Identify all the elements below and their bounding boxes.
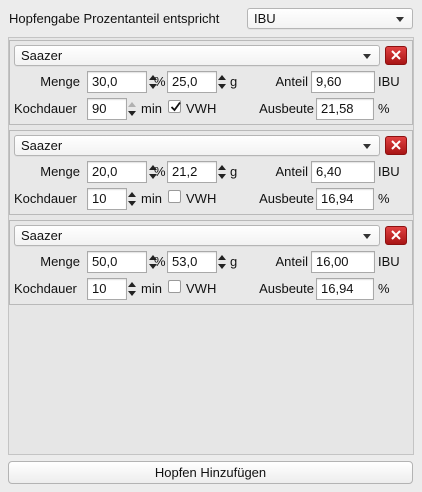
hop-panel-3: Saazer Menge 50,0 % 53,0 g Anteil 16,00 … [9, 220, 413, 305]
anteil-field[interactable]: 6,40 [311, 161, 375, 183]
ibu-unit: IBU [378, 254, 400, 269]
ausbeute-input[interactable]: 16,94 [316, 278, 374, 300]
ibu-unit: IBU [378, 74, 400, 89]
min-unit: min [141, 101, 162, 116]
ibu-mode-value: IBU [254, 11, 276, 26]
hop-variety-select[interactable]: Saazer [14, 225, 380, 246]
anteil-label: Anteil [275, 254, 308, 269]
delete-hop-button[interactable] [385, 226, 407, 245]
chevron-down-icon [363, 144, 371, 149]
percent-unit: % [154, 74, 166, 89]
kochdauer-label: Kochdauer [14, 191, 77, 206]
close-icon [391, 140, 401, 150]
hop-variety-select[interactable]: Saazer [14, 135, 380, 156]
ausbeute-unit: % [378, 281, 390, 296]
grams-input[interactable]: 21,2 [167, 161, 217, 183]
ausbeute-label: Ausbeute [259, 191, 314, 206]
kochdauer-input[interactable]: 10 [87, 188, 127, 210]
grams-stepper[interactable] [216, 161, 228, 183]
vwh-checkbox[interactable] [168, 100, 181, 113]
vwh-checkbox[interactable] [168, 190, 181, 203]
delete-hop-button[interactable] [385, 136, 407, 155]
vwh-label: VWH [186, 281, 217, 296]
grams-stepper[interactable] [216, 251, 228, 273]
hop-panel-2: Saazer Menge 20,0 % 21,2 g Anteil 6,40 I… [9, 130, 413, 215]
ausbeute-input[interactable]: 16,94 [316, 188, 374, 210]
kochdauer-input[interactable]: 90 [87, 98, 127, 120]
percent-unit: % [154, 164, 166, 179]
chevron-down-icon [363, 54, 371, 59]
vwh-label: VWH [186, 101, 217, 116]
hop-variety-value: Saazer [21, 138, 63, 153]
ausbeute-input[interactable]: 21,58 [316, 98, 374, 120]
hop-variety-value: Saazer [21, 228, 63, 243]
hop-variety-select[interactable]: Saazer [14, 45, 380, 66]
min-unit: min [141, 191, 162, 206]
anteil-field[interactable]: 16,00 [311, 251, 375, 273]
kochdauer-label: Kochdauer [14, 101, 77, 116]
vwh-label: VWH [186, 191, 217, 206]
grams-stepper[interactable] [216, 71, 228, 93]
ausbeute-unit: % [378, 101, 390, 116]
hop-panel-1: Saazer Menge 30,0 % 25,0 g Anteil 9,60 I… [9, 40, 413, 125]
close-icon [391, 50, 401, 60]
ausbeute-label: Ausbeute [259, 281, 314, 296]
checkmark-icon [170, 101, 181, 112]
anteil-field[interactable]: 9,60 [311, 71, 375, 93]
kochdauer-input[interactable]: 10 [87, 278, 127, 300]
min-unit: min [141, 281, 162, 296]
gram-unit: g [230, 164, 238, 179]
ausbeute-label: Ausbeute [259, 101, 314, 116]
percent-input[interactable]: 20,0 [87, 161, 147, 183]
anteil-label: Anteil [275, 164, 308, 179]
kochdauer-stepper[interactable] [126, 278, 138, 300]
chevron-down-icon [396, 17, 404, 22]
delete-hop-button[interactable] [385, 46, 407, 65]
kochdauer-stepper[interactable] [126, 188, 138, 210]
percent-input[interactable]: 30,0 [87, 71, 147, 93]
menge-label: Menge [40, 164, 80, 179]
gram-unit: g [230, 74, 238, 89]
anteil-label: Anteil [275, 74, 308, 89]
ibu-mode-select[interactable]: IBU [247, 8, 413, 29]
gram-unit: g [230, 254, 238, 269]
kochdauer-stepper[interactable] [126, 98, 138, 120]
hop-variety-value: Saazer [21, 48, 63, 63]
ibu-mode-label: Hopfengabe Prozentanteil entspricht [9, 11, 220, 26]
grams-input[interactable]: 53,0 [167, 251, 217, 273]
kochdauer-label: Kochdauer [14, 281, 77, 296]
menge-label: Menge [40, 74, 80, 89]
add-hop-button[interactable]: Hopfen Hinzufügen [8, 461, 413, 484]
close-icon [391, 230, 401, 240]
grams-input[interactable]: 25,0 [167, 71, 217, 93]
percent-unit: % [154, 254, 166, 269]
menge-label: Menge [40, 254, 80, 269]
chevron-down-icon [363, 234, 371, 239]
ausbeute-unit: % [378, 191, 390, 206]
ibu-unit: IBU [378, 164, 400, 179]
vwh-checkbox[interactable] [168, 280, 181, 293]
percent-input[interactable]: 50,0 [87, 251, 147, 273]
